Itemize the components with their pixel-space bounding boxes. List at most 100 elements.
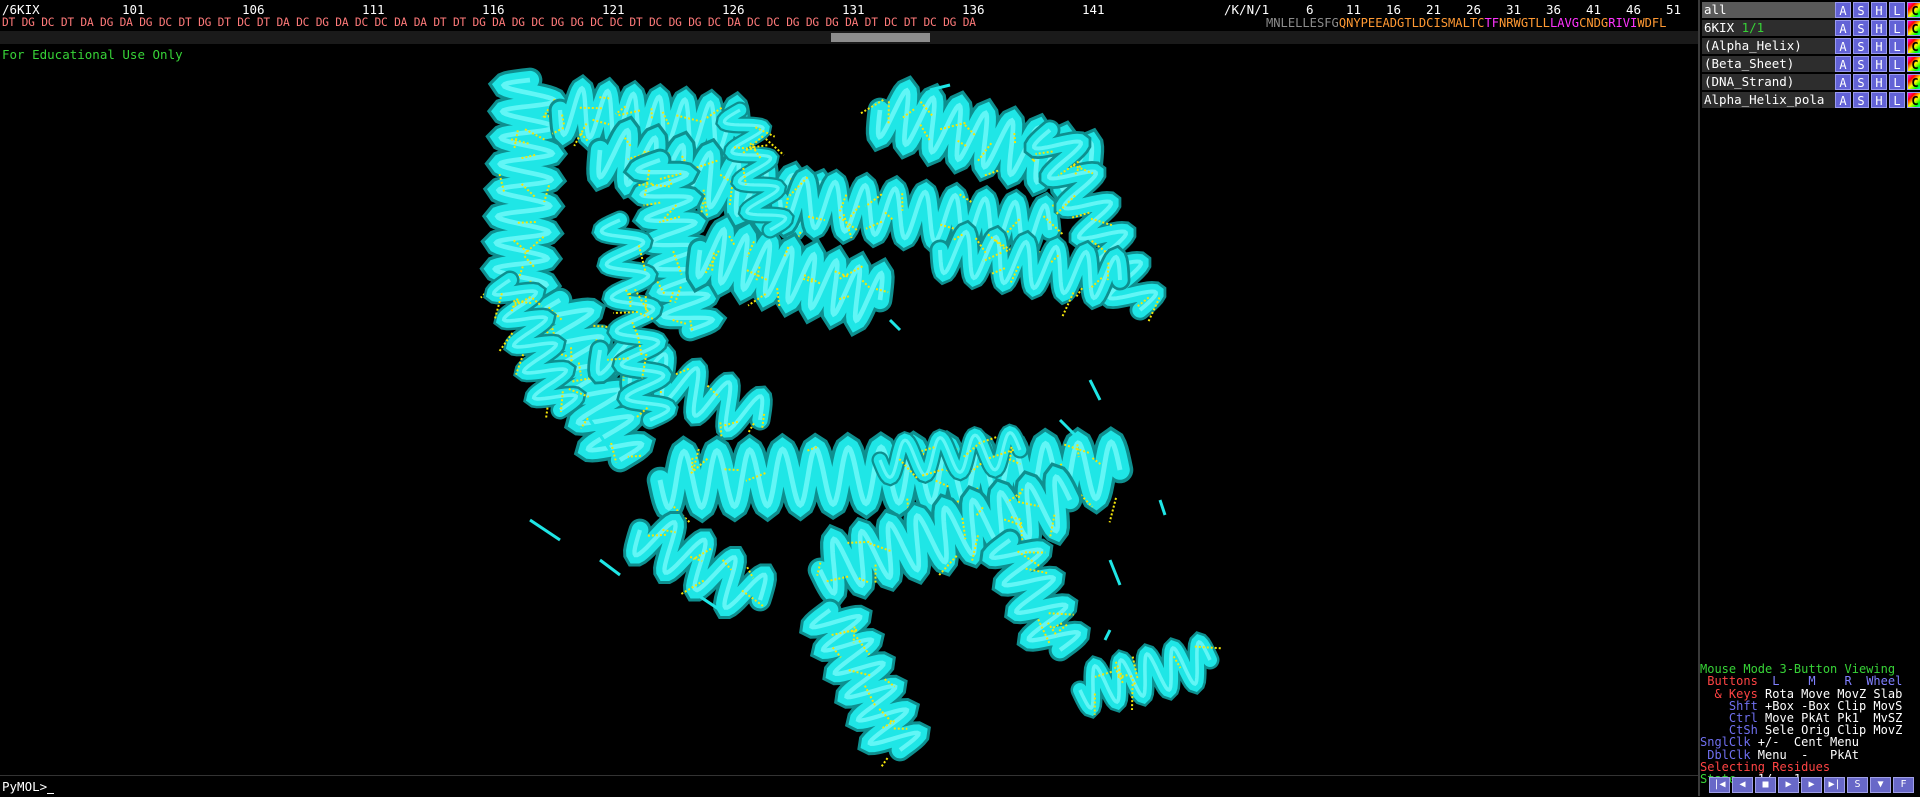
end-button[interactable]: ▶| (1824, 777, 1845, 793)
show-button[interactable]: S (1853, 38, 1869, 54)
label-button[interactable]: L (1889, 2, 1905, 18)
protein-residue-segment[interactable]: MNLELLESFG (1266, 16, 1339, 30)
seq-number: 21 (1426, 2, 1441, 17)
object-name-text: Alpha_Helix_pola (1704, 92, 1824, 107)
seq-number: 101 (122, 2, 145, 17)
protein-residue-segment[interactable]: TF (1484, 16, 1499, 30)
action-button[interactable]: A (1835, 20, 1851, 36)
object-name[interactable]: (DNA_Strand) (1702, 74, 1836, 90)
color-button[interactable]: C (1907, 20, 1920, 36)
hide-button[interactable]: H (1871, 92, 1887, 108)
action-button[interactable]: A (1835, 38, 1851, 54)
sequence-scrollbar[interactable] (0, 31, 1698, 44)
side-chain-stick (1105, 630, 1110, 640)
side-chain-stick (1110, 560, 1120, 585)
object-row[interactable]: Alpha_Helix_pola ASHLC (1700, 92, 1920, 109)
seq-number: 16 (1386, 2, 1401, 17)
hide-button[interactable]: H (1871, 20, 1887, 36)
show-button[interactable]: S (1853, 2, 1869, 18)
object-row[interactable]: (Alpha_Helix) ASHLC (1700, 38, 1920, 55)
alpha-helix-ribbon (635, 522, 766, 607)
seq-number: 46 (1626, 2, 1641, 17)
sequence-viewer[interactable]: /6KIX 101 106 111 116 121 126 131 136 14… (0, 0, 1698, 44)
protein-residue-segment[interactable]: CNDG (1579, 16, 1608, 30)
alpha-helix-ribbon (698, 230, 889, 321)
label-button[interactable]: L (1889, 20, 1905, 36)
show-button[interactable]: S (1853, 74, 1869, 90)
play-button[interactable]: ▶ (1778, 777, 1799, 793)
seq-number: 136 (962, 2, 985, 17)
alpha-helix-ribbon (991, 540, 1078, 650)
hide-button[interactable]: H (1871, 38, 1887, 54)
rewind-button[interactable]: |◀ (1709, 777, 1730, 793)
hide-button[interactable]: H (1871, 56, 1887, 72)
molecular-viewport[interactable] (0, 44, 1698, 775)
protein-residue-segment[interactable]: WDFL (1637, 16, 1666, 30)
protein-residues[interactable]: MNLELLESFGQNYPEEADGTLDCISMALTCTFNRWGTLLL… (1266, 16, 1666, 30)
hydrogen-bond (882, 758, 888, 767)
protein-ribbon-model (481, 80, 1223, 767)
color-button[interactable]: C (1907, 74, 1920, 90)
color-button[interactable]: C (1907, 2, 1920, 18)
step-forward-button[interactable]: ▶ (1801, 777, 1822, 793)
object-name[interactable]: all (1702, 2, 1836, 18)
seq-number: 121 (602, 2, 625, 17)
protein-residue-segment[interactable]: QNYPEEADGTLDCISMALTC (1339, 16, 1485, 30)
dna-residues[interactable]: DT DG DC DT DA DG DA DG DC DT DG DT DC D… (2, 16, 976, 29)
object-name[interactable]: (Beta_Sheet) (1702, 56, 1836, 72)
color-button[interactable]: C (1907, 38, 1920, 54)
alpha-helix-ribbon (481, 80, 555, 299)
action-button[interactable]: A (1835, 2, 1851, 18)
object-name[interactable]: (Alpha_Helix) (1702, 38, 1836, 54)
seq-number: 126 (722, 2, 745, 17)
color-button[interactable]: C (1907, 92, 1920, 108)
command-line[interactable]: PyMOL> (0, 775, 1698, 797)
label-button[interactable]: L (1889, 74, 1905, 90)
seq-number: 31 (1506, 2, 1521, 17)
label-button[interactable]: L (1889, 92, 1905, 108)
object-name[interactable]: 6KIX 1/1 (1702, 20, 1836, 36)
object-name-text: (Alpha_Helix) (1704, 38, 1802, 53)
object-name-text: 6KIX (1704, 20, 1734, 35)
sequence-scrollbar-thumb[interactable] (831, 33, 930, 42)
show-button[interactable]: S (1853, 20, 1869, 36)
action-button[interactable]: A (1835, 56, 1851, 72)
seq-number: 116 (482, 2, 505, 17)
side-chain-stick (890, 320, 900, 330)
object-name[interactable]: Alpha_Helix_pola (1702, 92, 1836, 108)
label-button[interactable]: L (1889, 38, 1905, 54)
label-button[interactable]: L (1889, 56, 1905, 72)
object-row[interactable]: (Beta_Sheet) ASHLC (1700, 56, 1920, 73)
stop-button[interactable]: ■ (1755, 777, 1776, 793)
show-button[interactable]: S (1853, 92, 1869, 108)
seq-number: 26 (1466, 2, 1481, 17)
protein-residue-segment[interactable]: NRWGTLL (1499, 16, 1550, 30)
hide-button[interactable]: H (1871, 74, 1887, 90)
alpha-helix-ribbon (812, 610, 919, 767)
action-button[interactable]: A (1835, 92, 1851, 108)
object-row[interactable]: all ASHLC (1700, 2, 1920, 19)
fullscreen-button[interactable]: F (1893, 777, 1914, 793)
sequence-object-label: /6KIX (2, 2, 40, 17)
protein-residue-segment[interactable]: LAVG (1550, 16, 1579, 30)
protein-residue-segment[interactable]: RIVI (1608, 16, 1637, 30)
seq-number: 41 (1586, 2, 1601, 17)
hydrogen-bond (1110, 498, 1116, 523)
object-row[interactable]: 6KIX 1/1ASHLC (1700, 20, 1920, 37)
object-state-count: 1/1 (1734, 20, 1764, 35)
step-back-button[interactable]: ◀ (1732, 777, 1753, 793)
movie-menu-button[interactable]: ▼ (1870, 777, 1891, 793)
object-name-text: all (1704, 2, 1727, 17)
scene-button[interactable]: S (1847, 777, 1868, 793)
hydrogen-bond (546, 408, 547, 418)
movie-controls: |◀ ◀ ■ ▶ ▶ ▶| S ▼ F (1700, 777, 1920, 794)
action-button[interactable]: A (1835, 74, 1851, 90)
alpha-helix-ribbon (1080, 642, 1223, 715)
show-button[interactable]: S (1853, 56, 1869, 72)
object-name-text: (Beta_Sheet) (1704, 56, 1794, 71)
color-button[interactable]: C (1907, 56, 1920, 72)
hide-button[interactable]: H (1871, 2, 1887, 18)
hydrogen-bond (1014, 133, 1015, 145)
object-row[interactable]: (DNA_Strand)ASHLC (1700, 74, 1920, 91)
side-chain-stick (1090, 380, 1100, 400)
